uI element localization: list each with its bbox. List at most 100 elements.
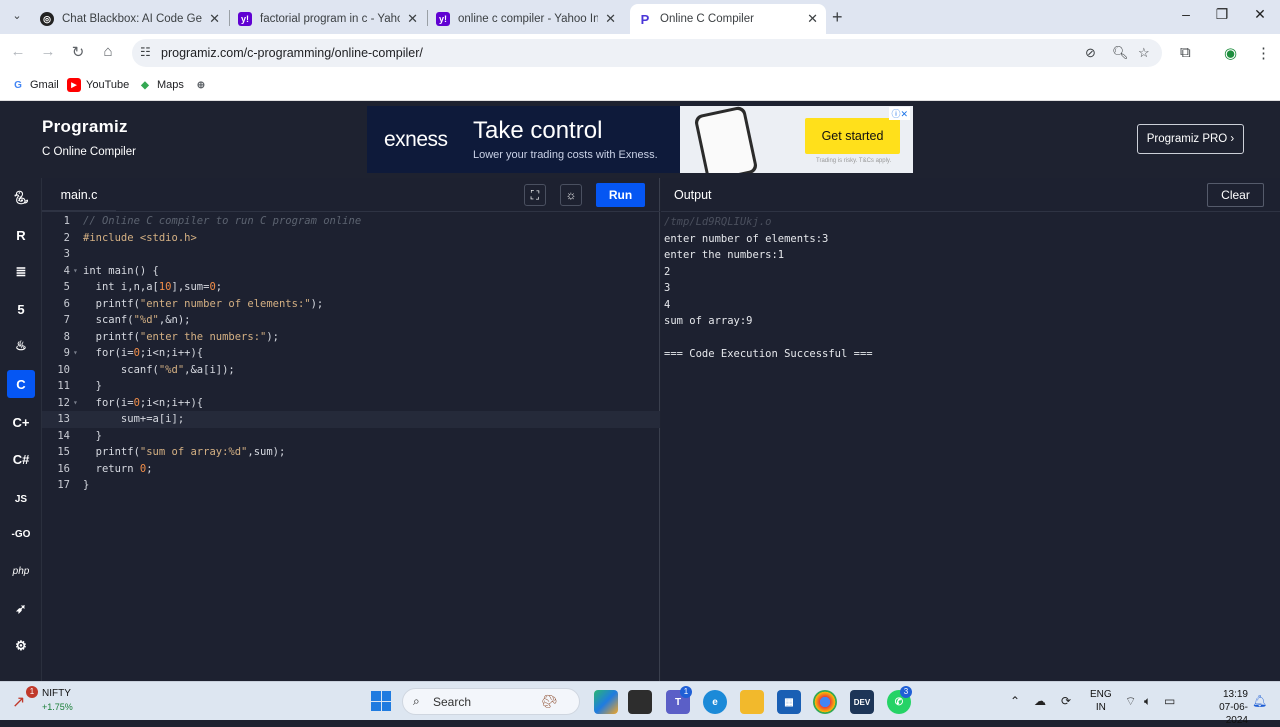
phone-image (693, 106, 759, 173)
bookmark-star-icon[interactable]: ☆ (1138, 45, 1150, 61)
zoom-icon[interactable]: 🔍︎ (1112, 45, 1129, 61)
wifi-icon[interactable]: ⌔ (1125, 694, 1136, 709)
code-line[interactable]: 7 scanf("%d",&n); (42, 312, 660, 329)
store-icon[interactable]: ▦ (777, 690, 801, 714)
bookmark-maps[interactable]: ◆ Maps (138, 78, 184, 92)
code-line[interactable]: 3 (42, 246, 660, 263)
volume-muted-icon[interactable]: 🔈︎ (1144, 694, 1151, 709)
fold-arrow-icon[interactable]: ▾ (73, 263, 78, 280)
run-button[interactable]: Run (596, 183, 645, 207)
python-icon[interactable]: 🐍︎ (7, 184, 35, 212)
task-view-icon[interactable] (628, 690, 652, 714)
fold-arrow-icon[interactable]: ▾ (73, 395, 78, 412)
csharp-icon[interactable]: C# (7, 445, 35, 473)
file-explorer-icon[interactable] (740, 690, 764, 714)
reload-icon[interactable]: ↻ (68, 43, 88, 61)
close-tab-icon[interactable]: ✕ (807, 11, 818, 27)
bookmark-label: Gmail (30, 79, 59, 91)
code-line[interactable]: 11 } (42, 378, 660, 395)
go-icon[interactable]: -GO (7, 520, 35, 548)
code-line[interactable]: 2 #include <stdio.h> (42, 230, 660, 247)
home-icon[interactable]: ⌂ (98, 43, 118, 60)
theme-toggle-icon[interactable]: ☼ (560, 184, 582, 206)
cpp-icon[interactable]: C+ (7, 408, 35, 436)
back-icon[interactable]: ← (8, 43, 28, 60)
ad-close-icon[interactable]: ⓘ✕ (889, 107, 910, 120)
fullscreen-icon[interactable]: ⛶ (524, 184, 546, 206)
notification-bell-icon[interactable]: 🔔︎ (1252, 694, 1267, 708)
edge-icon[interactable]: e (703, 690, 727, 714)
output-console[interactable]: /tmp/Ld9RQLIUkj.o enter number of elemen… (664, 214, 873, 363)
close-window-icon[interactable]: ✕ (1250, 6, 1270, 23)
taskbar-search[interactable]: ⌕ Search 🥐︎ (402, 688, 580, 715)
menu-kebab-icon[interactable]: ⋮ (1256, 44, 1271, 62)
ad-subline: Lower your trading costs with Exness. (473, 149, 658, 161)
profile-avatar-icon[interactable]: ◉ (1224, 44, 1237, 62)
extensions-icon[interactable]: ⧉ (1180, 44, 1191, 61)
onedrive-icon[interactable]: ☁ (1034, 694, 1046, 708)
close-tab-icon[interactable]: ✕ (407, 11, 418, 27)
restore-icon[interactable]: ❐ (1212, 6, 1232, 23)
chrome-icon[interactable] (813, 690, 837, 714)
code-line[interactable]: 5 int i,n,a[10],sum=0; (42, 279, 660, 296)
google-icon: G (14, 79, 22, 91)
code-line[interactable]: 16 return 0; (42, 461, 660, 478)
address-bar[interactable]: ☷ programiz.com/c-programming/online-com… (132, 39, 1162, 67)
swift-icon[interactable]: ➶ (7, 595, 35, 623)
copilot-icon[interactable] (594, 690, 618, 714)
javascript-icon[interactable]: JS (7, 485, 35, 513)
system-clock[interactable]: 13:19 07-06-2024 (1206, 688, 1248, 727)
code-line[interactable]: 6 printf("enter number of elements:"); (42, 296, 660, 313)
close-tab-icon[interactable]: ✕ (209, 11, 220, 27)
new-tab-icon[interactable]: + (832, 7, 843, 28)
advertisement-banner[interactable]: exness Take control Lower your trading c… (367, 106, 913, 173)
browser-tab-blackbox[interactable]: ◎ Chat Blackbox: AI Code Generat ✕ (32, 4, 228, 34)
bookmark-gmail[interactable]: G Gmail (11, 78, 59, 92)
output-panel: Output Clear /tmp/Ld9RQLIUkj.o enter num… (661, 178, 1280, 681)
code-area[interactable]: 1// Online C compiler to run C program o… (42, 213, 660, 494)
forward-icon[interactable]: → (38, 43, 58, 60)
sql-database-icon[interactable]: ≣ (7, 258, 35, 286)
code-line[interactable]: 8 printf("enter the numbers:"); (42, 329, 660, 346)
youtube-icon: ▶ (67, 78, 81, 92)
rust-icon[interactable]: ⚙ (7, 632, 35, 660)
ad-headline: Take control (473, 117, 603, 144)
code-line[interactable]: 14 } (42, 428, 660, 445)
sync-icon[interactable]: ⟳ (1061, 694, 1071, 708)
file-tab-main-c[interactable]: main.c (42, 178, 116, 212)
code-line[interactable]: 12 ▾ for(i=0;i<n;i++){ (42, 395, 660, 412)
browser-tab-online-c-compiler[interactable]: P Online C Compiler ✕ (630, 4, 826, 34)
code-line[interactable]: 1// Online C compiler to run C program o… (42, 213, 660, 230)
html5-icon[interactable]: 5 (7, 295, 35, 323)
tracking-blocked-icon[interactable]: ⊘ (1085, 45, 1096, 61)
fold-arrow-icon[interactable]: ▾ (73, 345, 78, 362)
windows-start-icon[interactable] (371, 691, 391, 711)
bookmark-youtube[interactable]: ▶ YouTube (67, 78, 129, 92)
browser-tab-yahoo-factorial[interactable]: y! factorial program in c - Yahoo I ✕ (230, 4, 426, 34)
site-info-icon[interactable]: ☷ (140, 45, 151, 59)
php-icon[interactable]: php (7, 557, 35, 585)
programiz-logo[interactable]: Programiz (42, 117, 128, 137)
ad-cta-button[interactable]: Get started (805, 118, 900, 154)
code-line-active[interactable]: 13 sum+=a[i]; (42, 411, 660, 428)
r-lang-icon[interactable]: R (7, 221, 35, 249)
show-hidden-icons-icon[interactable]: ⌃ (1010, 694, 1020, 708)
battery-icon[interactable]: ▭ (1164, 694, 1175, 708)
code-line[interactable]: 15 printf("sum of array:%d",sum); (42, 444, 660, 461)
java-icon[interactable]: ♨ (7, 332, 35, 360)
minimize-icon[interactable]: – (1176, 6, 1196, 22)
browser-tab-yahoo-compiler[interactable]: y! online c compiler - Yahoo India ✕ (428, 4, 624, 34)
c-lang-icon[interactable]: C (7, 370, 35, 398)
code-line[interactable]: 4 ▾ int main() { (42, 263, 660, 280)
devcpp-icon[interactable]: DEV (850, 690, 874, 714)
code-line[interactable]: 17} (42, 477, 660, 494)
close-tab-icon[interactable]: ✕ (605, 11, 616, 27)
bookmark-globe[interactable]: ⊕ (194, 78, 213, 92)
tab-search-chevron-icon[interactable]: ⌄ (8, 7, 26, 25)
programiz-pro-button[interactable]: Programiz PRO › (1137, 124, 1244, 154)
clear-button[interactable]: Clear (1207, 183, 1264, 207)
code-line[interactable]: 9 ▾ for(i=0;i<n;i++){ (42, 345, 660, 362)
language-indicator[interactable]: ENG IN (1090, 688, 1112, 714)
code-line[interactable]: 10 scanf("%d",&a[i]); (42, 362, 660, 379)
url-text[interactable]: programiz.com/c-programming/online-compi… (161, 46, 423, 60)
